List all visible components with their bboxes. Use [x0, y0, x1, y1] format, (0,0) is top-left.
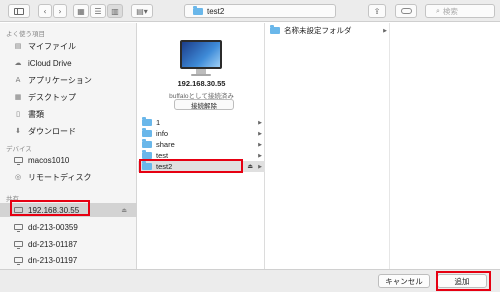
column-view-icon: ▥ [111, 6, 119, 16]
sidebar-item-label: iCloud Drive [28, 58, 72, 68]
empty-column [391, 23, 500, 269]
chevron-right-icon: ▶ [258, 119, 262, 126]
sidebar-item-documents[interactable]: ▯ 書類 [0, 107, 137, 121]
cloud-icon: ☁ [14, 59, 22, 67]
sidebar-item-label: dd-213-00359 [28, 222, 78, 232]
chevron-right-icon: ▶ [258, 152, 262, 159]
favorites-header: よく使う項目 [6, 31, 45, 38]
download-icon: ⬇ [15, 127, 21, 135]
share-folder-icon [142, 139, 152, 148]
document-icon: ▯ [16, 110, 20, 118]
sidebar-item-my-files[interactable]: ▤ マイファイル [0, 39, 137, 53]
forward-icon: › [58, 6, 62, 16]
share-icon: ⇪ [373, 6, 381, 16]
sidebar-item-macos1010[interactable]: macos1010 [0, 153, 137, 167]
eject-icon[interactable]: ⏏ [247, 163, 253, 170]
cancel-button[interactable]: キャンセル [378, 274, 430, 288]
disc-icon: ◎ [14, 173, 22, 181]
subfolder-label: 名称未設定フォルダ [284, 26, 352, 35]
back-icon: ‹ [43, 6, 47, 16]
sidebar-item-label: ダウンロード [28, 126, 76, 136]
applications-icon: A [15, 76, 21, 84]
highlight-box-share [139, 159, 243, 173]
icon-view-icon: ▦ [77, 6, 85, 16]
server-icon [13, 256, 23, 265]
server-icon [13, 223, 23, 232]
chevron-right-icon: ▶ [258, 141, 262, 148]
sidebar-icon [14, 7, 24, 15]
search-icon: ⌕ [436, 6, 440, 15]
share-row-1[interactable]: 1 ▶ [138, 117, 265, 128]
sidebar-item-applications[interactable]: A アプリケーション [0, 73, 137, 87]
server-icon [13, 240, 23, 249]
folder-icon [193, 5, 203, 15]
sidebar-item-icloud-drive[interactable]: ☁ iCloud Drive [0, 56, 137, 70]
sidebar-item-dd-213-01187[interactable]: dd-213-01187 [0, 237, 137, 251]
sidebar: よく使う項目 ▤ マイファイル ☁ iCloud Drive A アプリケーショ… [0, 23, 137, 269]
devices-header: デバイス [6, 146, 32, 153]
share-folder-icon [142, 128, 152, 137]
sidebar-toggle-button[interactable] [8, 4, 30, 18]
list-view-icon: ☰ [94, 6, 102, 16]
subfolder-column: 名称未設定フォルダ ▶ [266, 23, 390, 269]
share-button[interactable]: ⇪ [368, 4, 386, 18]
folder-icon [270, 25, 280, 34]
location-label: test2 [207, 6, 225, 16]
search-field[interactable]: ⌕ 検索 [425, 4, 495, 18]
list-view-button[interactable]: ☰ [90, 4, 106, 18]
back-button[interactable]: ‹ [38, 4, 52, 18]
highlight-box-server [10, 200, 90, 216]
sidebar-item-label: 書類 [28, 109, 44, 119]
toolbar: ‹ › ▦ ☰ ▥ ▤▾ test2 ⇪ ⌕ 検索 [0, 0, 500, 22]
chevron-right-icon: ▶ [258, 130, 262, 137]
sidebar-item-label: リモートディスク [28, 172, 92, 182]
sidebar-item-label: macos1010 [28, 155, 70, 165]
tag-icon [400, 8, 412, 14]
group-button[interactable]: ▤▾ [131, 4, 153, 18]
highlight-box-add [436, 271, 491, 291]
sidebar-item-label: アプリケーション [28, 75, 92, 85]
group-icon: ▤▾ [136, 6, 148, 16]
sidebar-item-downloads[interactable]: ⬇ ダウンロード [0, 124, 137, 138]
server-column: 192.168.30.55 buffaloとして接続済み 接続解除 1 ▶ in… [138, 23, 265, 269]
sidebar-item-label: デスクトップ [28, 92, 76, 102]
sidebar-item-remote-disc[interactable]: ◎ リモートディスク [0, 170, 137, 184]
server-imac-icon [180, 40, 222, 69]
desktop-icon: ▦ [14, 93, 22, 101]
search-placeholder: 検索 [442, 6, 458, 16]
chevron-right-icon: ▶ [258, 163, 262, 170]
sidebar-item-dd-213-00359[interactable]: dd-213-00359 [0, 220, 137, 234]
share-label: share [156, 140, 175, 149]
share-row-info[interactable]: info ▶ [138, 128, 265, 139]
all-files-icon: ▤ [14, 42, 22, 50]
location-popup[interactable]: test2 [184, 4, 336, 18]
subfolder-row[interactable]: 名称未設定フォルダ ▶ [266, 25, 390, 36]
tag-button[interactable] [395, 4, 417, 18]
computer-icon [13, 156, 23, 165]
bottom-bar: キャンセル 追加 [0, 269, 500, 292]
server-name: 192.168.30.55 [177, 79, 226, 88]
forward-button[interactable]: › [53, 4, 67, 18]
sidebar-item-desktop[interactable]: ▦ デスクトップ [0, 90, 137, 104]
share-row-share[interactable]: share ▶ [138, 139, 265, 150]
share-folder-icon [142, 117, 152, 126]
sidebar-item-label: dn-213-01197 [28, 255, 78, 265]
sidebar-item-label: マイファイル [28, 41, 76, 51]
column-view-button[interactable]: ▥ [107, 4, 123, 18]
share-label: info [156, 129, 169, 138]
share-folder-icon [142, 150, 152, 159]
chevron-right-icon: ▶ [383, 27, 387, 34]
sidebar-item-label: dd-213-01187 [28, 239, 78, 249]
sidebar-item-dn-213-01197[interactable]: dn-213-01197 [0, 253, 137, 267]
icon-view-button[interactable]: ▦ [73, 4, 89, 18]
share-label: 1 [156, 118, 161, 127]
eject-icon[interactable]: ⏏ [121, 207, 127, 214]
disconnect-button[interactable]: 接続解除 [174, 99, 234, 110]
